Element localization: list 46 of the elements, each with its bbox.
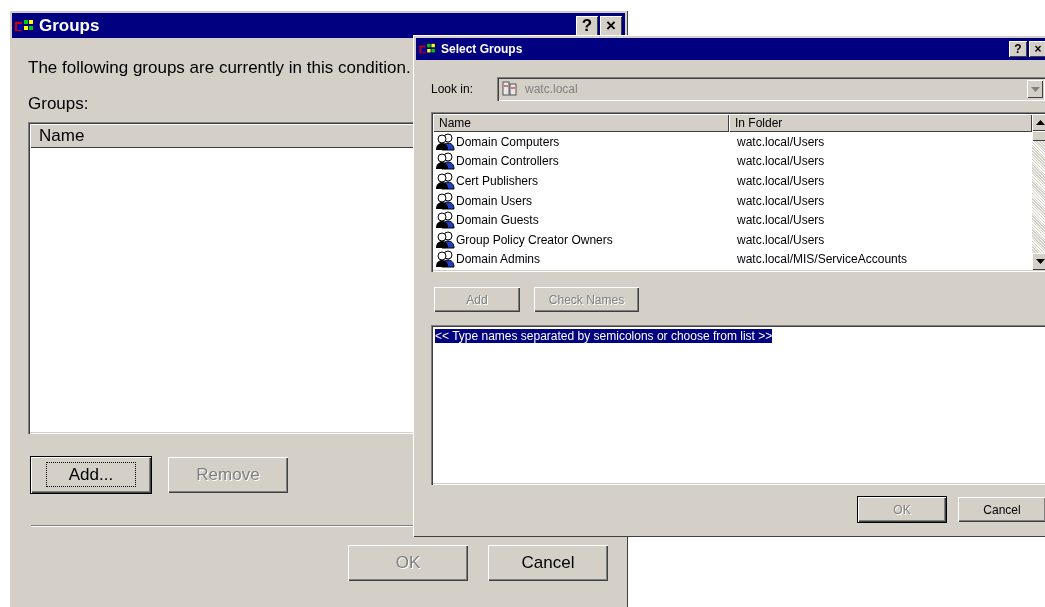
group-icon [435,152,455,171]
window-icon [419,43,437,55]
cancel-button[interactable]: Cancel [488,545,608,581]
vertical-scrollbar[interactable] [1032,114,1045,270]
window-title: Groups [39,15,100,36]
close-button[interactable]: × [600,15,622,36]
server-icon [501,81,519,97]
close-button[interactable]: × [1029,41,1045,57]
group-icon [435,132,455,151]
help-button[interactable]: ? [1009,41,1027,57]
description-text: The following groups are currently in this condition. [28,58,412,78]
look-in-label: Look in: [431,82,475,96]
column-header[interactable]: Name [433,114,729,132]
folder-path: watc.local/Users [736,193,825,208]
folder-path: watc.local/Users [736,213,825,228]
groups-result-list[interactable] [431,112,1045,272]
group-name[interactable]: Group Policy Creator Owners [456,232,613,247]
down-arrow-icon [1036,259,1045,264]
group-icon [435,172,455,190]
group-icon [435,250,455,269]
folder-path: watc.local/Users [736,154,825,169]
folder-path: watc.local/Users [736,134,825,149]
group-name[interactable]: Domain Users [456,193,533,208]
folder-path: watc.local/Users [736,232,825,247]
names-input-field[interactable]: << Type names separated by semicolons or choose from list >> [431,325,1045,485]
scroll-down-button[interactable] [1032,253,1045,270]
help-button[interactable]: ? [576,15,598,36]
group-icon [435,230,455,249]
add-button[interactable]: Add... [31,457,151,493]
group-name[interactable]: Domain Guests [456,213,539,228]
groups-label: Groups: [28,94,90,114]
group-name[interactable]: Cert Publishers [456,174,539,188]
up-arrow-icon [1036,120,1045,125]
group-name[interactable]: Domain Controllers [456,154,559,169]
folder-path: watc.local/MIS/ServiceAccounts [736,252,908,267]
scroll-up-button[interactable] [1032,114,1045,131]
names-field-text: << Type names separated by semicolons or choose from list >> [435,329,773,343]
group-icon [435,191,455,210]
column-header[interactable]: In Folder [729,114,1032,132]
cancel-button[interactable]: Cancel [958,497,1045,522]
group-name[interactable]: Domain Admins [456,252,541,267]
scroll-thumb[interactable] [1032,131,1045,141]
window-icon [15,18,35,33]
group-icon [435,211,455,230]
window-title: Select Groups [441,42,523,56]
folder-path: watc.local/Users [736,174,825,188]
